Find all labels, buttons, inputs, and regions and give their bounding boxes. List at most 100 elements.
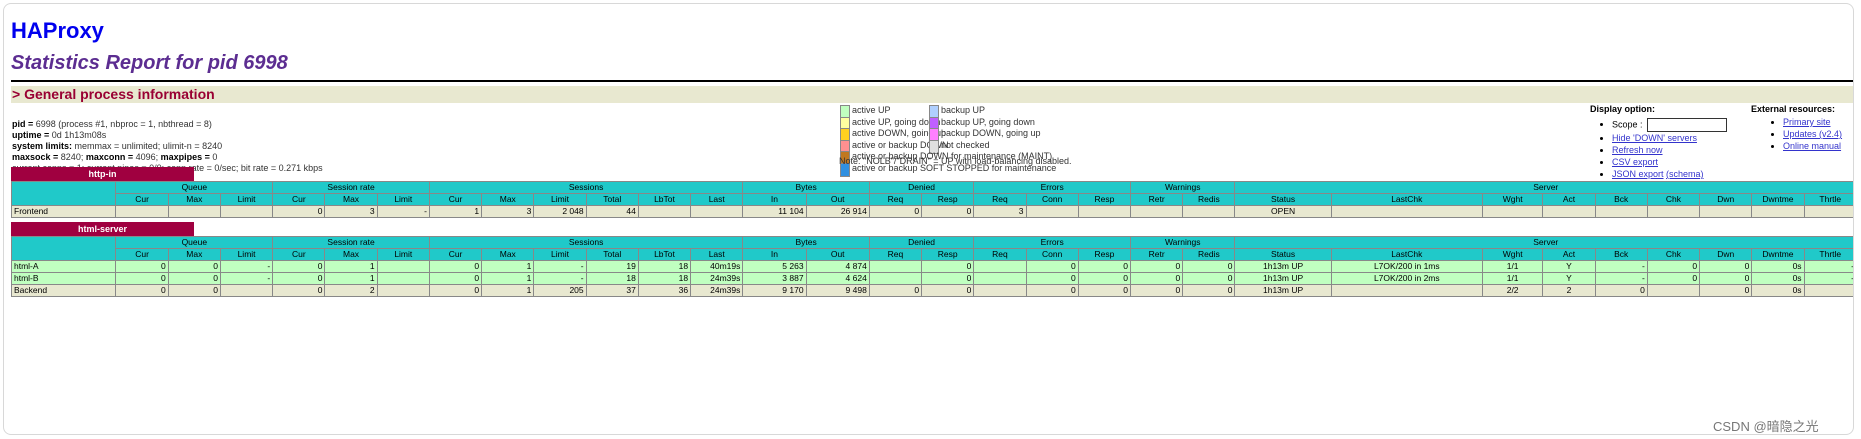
- column-group-header: Sessions: [428, 236, 744, 249]
- column-header: Status: [1234, 193, 1332, 206]
- json-export-link[interactable]: JSON export: [1612, 169, 1664, 179]
- scope-input[interactable]: [1646, 118, 1727, 132]
- table-cell: [1646, 205, 1701, 218]
- column-header: Thrtle: [1803, 248, 1853, 261]
- column-header: Limit: [376, 248, 430, 261]
- table-cell: 0: [921, 284, 975, 297]
- column-header: Max: [324, 248, 378, 261]
- table-cell: 2: [1542, 284, 1596, 297]
- backend-stats-table: Queue Session rate Sessions Bytes Denied Erro…: [10, 236, 1853, 297]
- table-cell: L7OK/200 in 2ms: [1330, 272, 1483, 285]
- table-cell: 4 624: [805, 272, 870, 285]
- column-header: Max: [481, 193, 535, 206]
- table-cell: 3: [324, 205, 378, 218]
- table-cell: 1: [428, 205, 483, 218]
- table-cell: -: [1803, 260, 1853, 273]
- column-header: Total: [585, 248, 639, 261]
- table-cell: -: [219, 272, 274, 285]
- table-cell: -: [533, 260, 587, 273]
- column-header: Limit: [219, 193, 274, 206]
- table-cell: 1: [324, 272, 378, 285]
- table-cell: 0: [1646, 272, 1701, 285]
- table-cell: 205: [533, 284, 587, 297]
- maxpipes-value: 0: [212, 152, 218, 162]
- table-cell: -: [533, 272, 587, 285]
- csv-export-link[interactable]: CSV export: [1612, 157, 1658, 167]
- table-cell: [637, 205, 692, 218]
- table-cell: 24m39s: [690, 284, 744, 297]
- table-cell: 0: [428, 284, 483, 297]
- column-header: Dwntme: [1751, 193, 1805, 206]
- table-cell: [1330, 205, 1483, 218]
- column-header: Thrtle: [1803, 193, 1853, 206]
- table-cell: 0: [868, 205, 923, 218]
- online-manual-link[interactable]: Online manual: [1783, 141, 1841, 151]
- column-header: Out: [805, 248, 870, 261]
- table-cell: 3: [973, 205, 1027, 218]
- primary-site-link[interactable]: Primary site: [1783, 117, 1831, 127]
- table-cell: 1h13m UP: [1234, 272, 1332, 285]
- table-cell: Y: [1542, 272, 1596, 285]
- row-name[interactable]: Frontend: [10, 205, 117, 218]
- table-cell: [219, 284, 274, 297]
- table-cell: [868, 260, 923, 273]
- table-cell: 0: [428, 272, 483, 285]
- table-cell: 1h13m UP: [1234, 260, 1332, 273]
- table-cell: 18: [637, 272, 692, 285]
- column-header: Resp: [921, 193, 975, 206]
- updates-link[interactable]: Updates (v2.4): [1783, 129, 1842, 139]
- column-header: Last: [690, 193, 744, 206]
- table-cell: [868, 272, 923, 285]
- table-row[interactable]: Frontend 0 3-1 3 2 048 44 11 104 26 914 0 0 3 OPEN: [10, 205, 1853, 218]
- display-options: Display option: Scope : Hide 'DOWN' serv…: [1590, 104, 1727, 180]
- column-header: Dwntme: [1751, 248, 1805, 261]
- table-cell: [167, 205, 221, 218]
- table-cell: -: [376, 205, 430, 218]
- table-cell: [1699, 205, 1753, 218]
- column-header: Max: [167, 248, 221, 261]
- refresh-link[interactable]: Refresh now: [1612, 145, 1663, 155]
- table-cell: 1: [481, 284, 535, 297]
- column-header: Cur: [428, 248, 483, 261]
- column-group-header: Session rate: [272, 181, 430, 194]
- table-cell: [115, 205, 169, 218]
- table-cell: 9 498: [805, 284, 870, 297]
- table-cell: 2: [324, 284, 378, 297]
- column-header: Resp: [921, 248, 975, 261]
- table-cell: 0s: [1751, 272, 1805, 285]
- json-schema-link[interactable]: (schema): [1666, 169, 1704, 179]
- table-row[interactable]: Backend 0 0 0 2 0 1 205 37 36 24m39s 9 170 9 498 0 0 0 0…: [10, 284, 1853, 297]
- scope-item: Scope :: [1612, 118, 1727, 132]
- table-cell: 0: [1699, 272, 1753, 285]
- table-cell: 0: [167, 260, 221, 273]
- row-name[interactable]: Backend: [10, 284, 117, 297]
- column-header: Limit: [533, 248, 587, 261]
- table-cell: OPEN: [1234, 205, 1332, 218]
- column-group-header: Session rate: [272, 236, 430, 249]
- table-cell: 0: [1182, 284, 1236, 297]
- legend-note: Note: "NOLB"/"DRAIN" = UP with load-bala…: [839, 156, 1072, 166]
- table-cell: [376, 272, 430, 285]
- row-name[interactable]: html-A: [10, 260, 117, 273]
- table-cell: 37: [585, 284, 639, 297]
- table-row[interactable]: html-A 0 0-0 1 0 1-19 18 40m19s 5 263 4 874 0 0 0 0 0 1…: [10, 260, 1853, 273]
- backend-proxy-name[interactable]: html-server: [11, 222, 194, 236]
- column-header: Cur: [115, 193, 169, 206]
- uptime-value: 0d 1h13m08s: [51, 130, 107, 140]
- table-cell: 18: [585, 272, 639, 285]
- column-header: Act: [1542, 193, 1596, 206]
- maxconn-value: 4096;: [135, 152, 161, 162]
- watermark: CSDN @暗隐之光: [1713, 419, 1819, 434]
- column-header: Limit: [533, 193, 587, 206]
- table-cell: -: [219, 260, 274, 273]
- frontend-proxy-name[interactable]: http-in: [11, 167, 194, 181]
- table-row[interactable]: html-B 0 0-0 1 0 1-18 18 24m39s 3 887 4 624 0 0 0 0 0 1…: [10, 272, 1853, 285]
- hide-down-link[interactable]: Hide 'DOWN' servers: [1612, 133, 1697, 143]
- row-name[interactable]: html-B: [10, 272, 117, 285]
- table-cell: 0: [1130, 260, 1184, 273]
- column-header: Chk: [1646, 248, 1701, 261]
- column-header: Conn: [1025, 193, 1079, 206]
- column-header: Limit: [376, 193, 430, 206]
- column-header: Retr: [1130, 193, 1184, 206]
- column-group-header: Warnings: [1130, 236, 1236, 249]
